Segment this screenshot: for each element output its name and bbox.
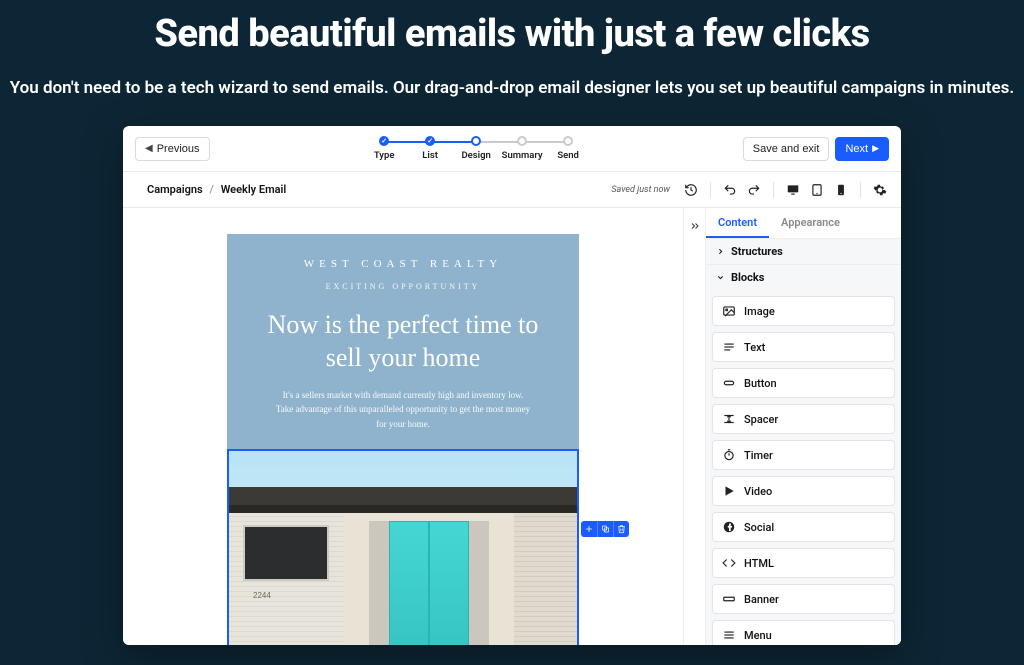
breadcrumb: Campaigns / Weekly Email <box>147 183 286 196</box>
section-structures[interactable]: Structures <box>706 239 901 265</box>
tab-content[interactable]: Content <box>706 208 769 238</box>
delete-block-icon[interactable] <box>613 521 629 537</box>
toolbar: Saved just now <box>611 182 887 198</box>
block-item-video[interactable]: Video <box>712 476 895 506</box>
canvas[interactable]: WEST COAST REALTY EXCITING OPPORTUNITY N… <box>123 208 683 645</box>
step-label: List <box>422 150 438 161</box>
step-summary[interactable]: Summary <box>499 136 545 161</box>
top-bar: ◀ Previous Type List Design <box>123 126 901 172</box>
spacer-icon <box>722 412 736 426</box>
menu-icon <box>722 628 736 642</box>
block-label: HTML <box>744 557 774 570</box>
section-blocks[interactable]: Blocks <box>706 265 901 290</box>
email-designer-app: ◀ Previous Type List Design <box>123 126 901 645</box>
step-dot-icon <box>379 136 389 146</box>
step-label: Type <box>374 150 395 161</box>
step-type[interactable]: Type <box>361 136 407 161</box>
video-icon <box>722 484 736 498</box>
block-item-banner[interactable]: Banner <box>712 584 895 614</box>
chevron-right-icon <box>716 247 725 256</box>
block-label: Image <box>744 305 775 318</box>
step-label: Design <box>461 150 490 161</box>
redo-icon[interactable] <box>747 183 761 197</box>
chevron-down-icon <box>716 273 725 282</box>
block-label: Spacer <box>744 413 778 426</box>
step-dot-icon <box>471 136 481 146</box>
save-and-exit-label: Save and exit <box>753 143 820 155</box>
banner-icon <box>722 592 736 606</box>
stepper: Type List Design Summary <box>361 136 591 161</box>
block-item-menu[interactable]: Menu <box>712 620 895 645</box>
step-design[interactable]: Design <box>453 136 499 161</box>
history-icon[interactable] <box>684 183 698 197</box>
tab-appearance[interactable]: Appearance <box>769 208 852 238</box>
collapse-sidebar-button[interactable] <box>683 208 705 645</box>
tablet-preview-icon[interactable] <box>810 183 824 197</box>
image-icon <box>722 304 736 318</box>
undo-icon[interactable] <box>723 183 737 197</box>
block-label: Social <box>744 521 774 534</box>
section-structures-label: Structures <box>731 245 783 258</box>
duplicate-block-icon[interactable] <box>597 521 613 537</box>
previous-button[interactable]: ◀ Previous <box>135 137 210 161</box>
house-image: 2244 <box>229 451 577 645</box>
breadcrumb-root[interactable]: Campaigns <box>147 183 203 196</box>
block-label: Banner <box>744 593 779 606</box>
step-dot-icon <box>517 136 527 146</box>
step-label: Send <box>557 150 579 161</box>
block-label: Timer <box>744 449 773 462</box>
block-float-actions <box>581 521 629 537</box>
right-sidebar: Content Appearance Structures Blocks <box>705 208 901 645</box>
email-eyebrow: EXCITING OPPORTUNITY <box>227 282 579 309</box>
hero-subtitle: You don't need to be a tech wizard to se… <box>0 78 1024 98</box>
chevron-left-icon: ◀ <box>145 143 153 154</box>
step-list[interactable]: List <box>407 136 453 161</box>
section-blocks-label: Blocks <box>731 271 764 284</box>
email-preview: WEST COAST REALTY EXCITING OPPORTUNITY N… <box>227 234 579 645</box>
block-item-image[interactable]: Image <box>712 296 895 326</box>
block-label: Menu <box>744 629 772 642</box>
block-label: Button <box>744 377 777 390</box>
step-label: Summary <box>502 150 543 161</box>
block-item-html[interactable]: HTML <box>712 548 895 578</box>
save-and-exit-button[interactable]: Save and exit <box>743 137 830 161</box>
block-item-timer[interactable]: Timer <box>712 440 895 470</box>
breadcrumb-bar: Campaigns / Weekly Email Saved just now <box>123 172 901 208</box>
block-label: Text <box>744 341 765 354</box>
email-brand: WEST COAST REALTY <box>227 234 579 282</box>
step-dot-icon <box>563 136 573 146</box>
selected-image-block[interactable]: 2244 <box>227 449 579 645</box>
timer-icon <box>722 448 736 462</box>
hero-title: Send beautiful emails with just a few cl… <box>0 12 1024 56</box>
previous-label: Previous <box>157 143 200 155</box>
next-label: Next <box>845 143 868 155</box>
next-button[interactable]: Next ▶ <box>835 137 889 161</box>
chevron-right-icon: ▶ <box>872 143 879 154</box>
step-send[interactable]: Send <box>545 136 591 161</box>
saved-status: Saved just now <box>611 185 670 195</box>
block-label: Video <box>744 485 772 498</box>
block-item-spacer[interactable]: Spacer <box>712 404 895 434</box>
settings-icon[interactable] <box>873 183 887 197</box>
move-block-icon[interactable] <box>581 521 597 537</box>
house-number: 2244 <box>253 591 271 600</box>
html-icon <box>722 556 736 570</box>
button-icon <box>722 376 736 390</box>
block-item-social[interactable]: Social <box>712 512 895 542</box>
social-icon <box>722 520 736 534</box>
breadcrumb-current: Weekly Email <box>221 183 287 196</box>
step-dot-icon <box>425 136 435 146</box>
text-icon <box>722 340 736 354</box>
blocks-list: Image Text Button Spacer <box>706 290 901 645</box>
mobile-preview-icon[interactable] <box>834 183 848 197</box>
email-body: It's a sellers market with demand curren… <box>227 388 579 449</box>
sidebar-tabs: Content Appearance <box>706 208 901 239</box>
desktop-preview-icon[interactable] <box>786 183 800 197</box>
block-item-text[interactable]: Text <box>712 332 895 362</box>
email-headline: Now is the perfect time to sell your hom… <box>227 309 579 388</box>
block-item-button[interactable]: Button <box>712 368 895 398</box>
